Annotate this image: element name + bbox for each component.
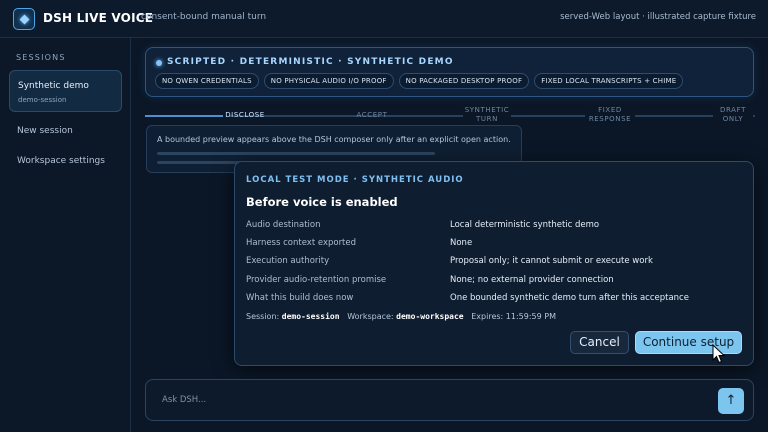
row-value-harness-context: None bbox=[450, 238, 473, 248]
row-value-audio-destination: Local deterministic synthetic demo bbox=[450, 220, 600, 230]
app-title: DSH LIVE VOICE bbox=[43, 11, 154, 25]
sidebar-item-synthetic-demo[interactable]: Synthetic demo demo-session bbox=[9, 70, 122, 112]
workspace-settings-link[interactable]: Workspace settings bbox=[17, 156, 105, 166]
expires-label: Expires: bbox=[471, 312, 504, 321]
chip-no-physical-audio: NO PHYSICAL AUDIO I/O PROOF bbox=[263, 73, 394, 89]
consent-dialog: LOCAL TEST MODE · SYNTHETIC AUDIO Before… bbox=[234, 161, 754, 366]
placeholder-line bbox=[157, 152, 435, 155]
session-label: Session: bbox=[246, 312, 280, 321]
cancel-button[interactable]: Cancel bbox=[570, 331, 629, 354]
session-id: demo-session bbox=[18, 96, 67, 104]
ask-input[interactable] bbox=[152, 386, 712, 414]
app-header: DSH LIVE VOICE consent-bound manual turn… bbox=[0, 0, 768, 38]
status-dot-icon bbox=[156, 60, 162, 66]
row-value-retention-promise: None; no external provider connection bbox=[450, 275, 614, 285]
composer: ↑ bbox=[145, 379, 754, 421]
arrow-up-icon: ↑ bbox=[725, 393, 737, 408]
chip-row: NO QWEN CREDENTIALS NO PHYSICAL AUDIO I/… bbox=[155, 73, 684, 89]
step-disclose: DISCLOSE bbox=[225, 111, 265, 119]
step-bar-active bbox=[145, 115, 223, 117]
row-key-build-behavior: What this build does now bbox=[246, 293, 354, 303]
dialog-title: Before voice is enabled bbox=[246, 195, 398, 209]
progress-stepper: DISCLOSE ACCEPT SYNTHETIC TURN FIXED RESPO… bbox=[145, 105, 755, 127]
chip-no-packaged-desktop: NO PACKAGED DESKTOP PROOF bbox=[398, 73, 530, 89]
step-accept: ACCEPT bbox=[356, 111, 388, 119]
send-button[interactable]: ↑ bbox=[718, 388, 744, 414]
session-name: Synthetic demo bbox=[18, 81, 89, 91]
new-session-link[interactable]: New session bbox=[17, 126, 73, 136]
row-key-execution-authority: Execution authority bbox=[246, 256, 330, 266]
session-meta: Session: demo-session Workspace: demo-wo… bbox=[246, 312, 556, 321]
step-synthetic-turn: SYNTHETIC TURN bbox=[463, 106, 511, 124]
row-value-execution-authority: Proposal only; it cannot submit or execu… bbox=[450, 256, 653, 266]
banner-title: SCRIPTED · DETERMINISTIC · SYNTHETIC DEM… bbox=[167, 57, 454, 67]
app-subtitle: consent-bound manual turn bbox=[141, 12, 267, 22]
session-value: demo-session bbox=[281, 312, 340, 321]
row-key-harness-context: Harness context exported bbox=[246, 238, 357, 248]
row-value-build-behavior: One bounded synthetic demo turn after th… bbox=[450, 293, 689, 303]
diamond-icon bbox=[19, 14, 29, 24]
row-key-audio-destination: Audio destination bbox=[246, 220, 321, 230]
dialog-badge: LOCAL TEST MODE · SYNTHETIC AUDIO bbox=[246, 175, 464, 185]
row-key-retention-promise: Provider audio-retention promise bbox=[246, 275, 387, 285]
layout-caption: served-Web layout · illustrated capture … bbox=[560, 12, 756, 22]
mouse-cursor-icon bbox=[712, 344, 726, 364]
workspace-label: Workspace: bbox=[347, 312, 394, 321]
workspace-value: demo-workspace bbox=[396, 312, 464, 321]
logo-icon bbox=[13, 8, 35, 30]
sidebar: SESSIONS Synthetic demo demo-session New… bbox=[0, 38, 131, 432]
preview-text: A bounded preview appears above the DSH … bbox=[157, 135, 511, 144]
sidebar-heading: SESSIONS bbox=[16, 53, 66, 62]
chip-no-qwen-credentials: NO QWEN CREDENTIALS bbox=[155, 73, 259, 89]
step-fixed-response: FIXED RESPONSE bbox=[585, 106, 635, 124]
step-draft-only: DRAFT ONLY bbox=[713, 106, 753, 124]
app-window: DSH LIVE VOICE consent-bound manual turn… bbox=[0, 0, 768, 432]
expires-value: 11:59:59 PM bbox=[505, 312, 556, 321]
demo-banner: SCRIPTED · DETERMINISTIC · SYNTHETIC DEM… bbox=[145, 47, 754, 97]
chip-fixed-transcripts: FIXED LOCAL TRANSCRIPTS + CHIME bbox=[534, 73, 684, 89]
